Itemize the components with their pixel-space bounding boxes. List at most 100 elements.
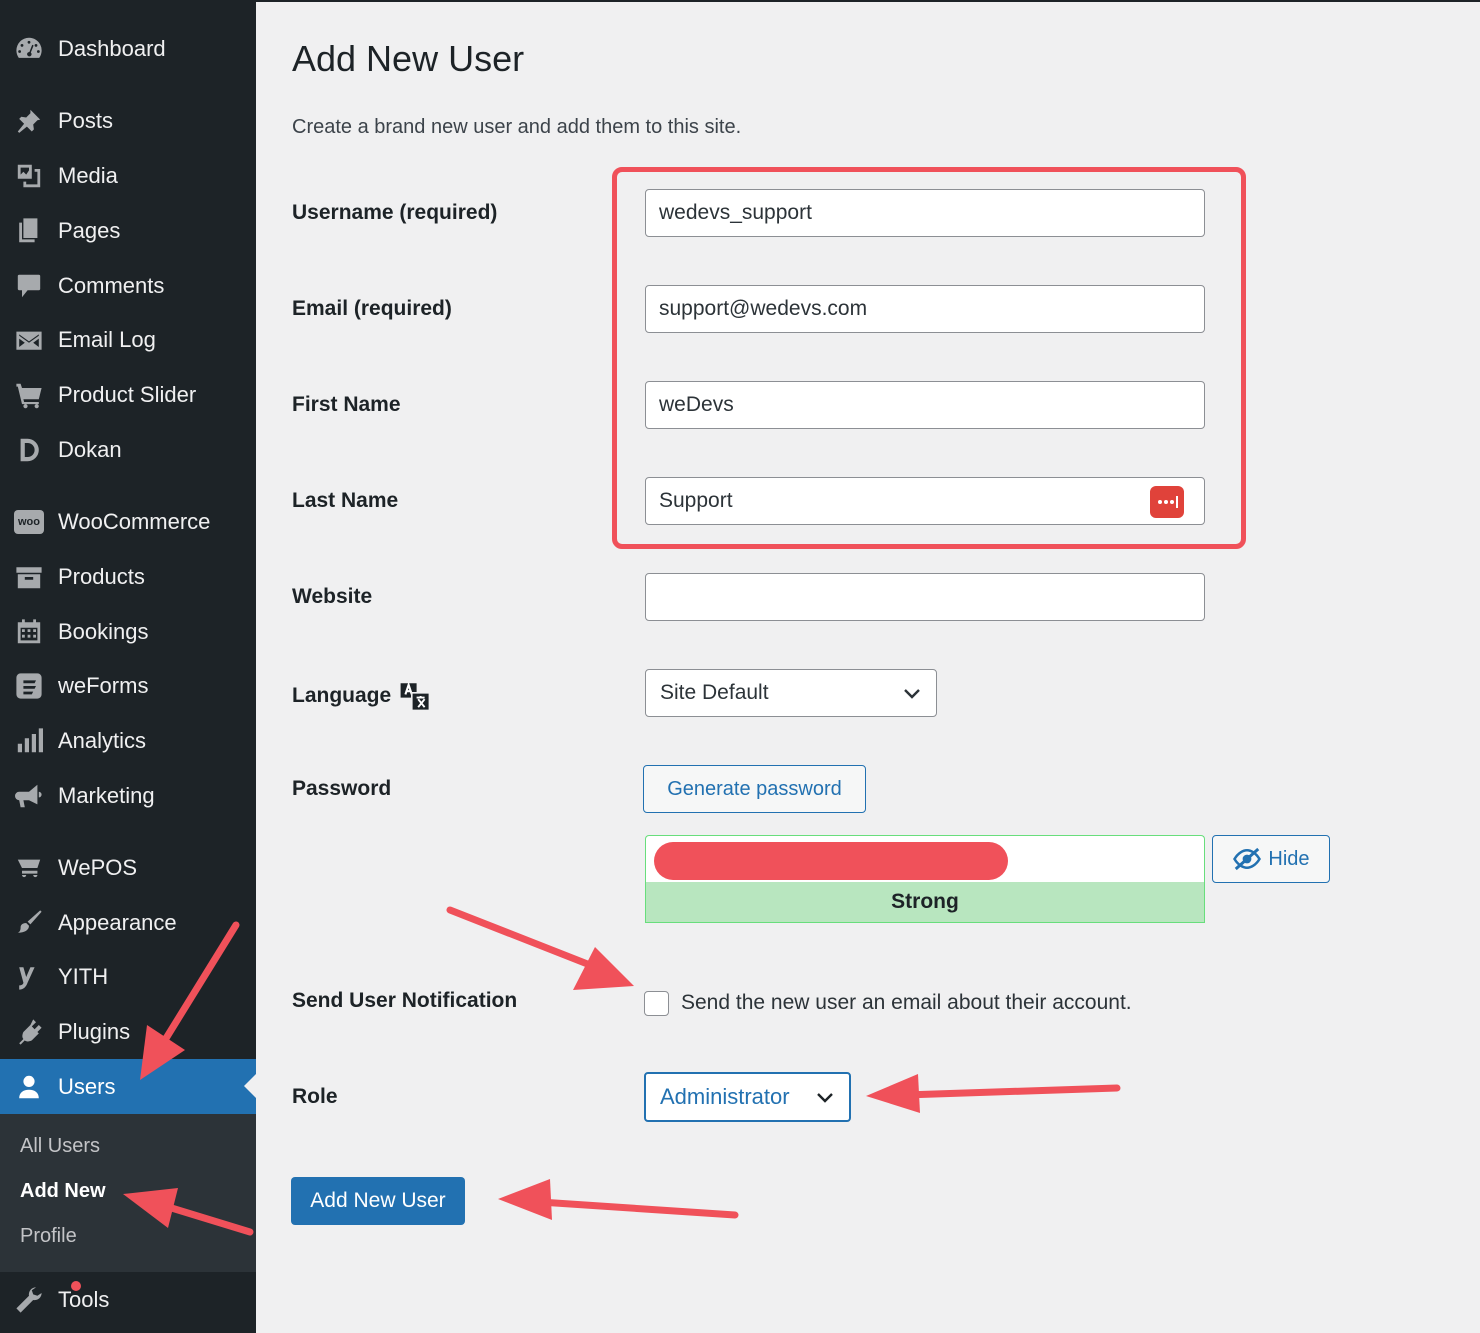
sidebar-item-label: Analytics	[58, 728, 147, 753]
sidebar-item-label: Tools	[58, 1287, 110, 1312]
last-name-field[interactable]: Support	[645, 477, 1205, 525]
website-field[interactable]	[645, 573, 1205, 621]
sidebar-item-bookings[interactable]: Bookings	[0, 605, 256, 659]
last-name-label: Last Name	[292, 489, 399, 512]
page-description: Create a brand new user and add them to …	[292, 116, 742, 138]
sidebar-item-label: Posts	[58, 108, 114, 133]
dokan-icon	[14, 435, 44, 465]
dashboard-icon	[14, 34, 44, 64]
sidebar-item-tools[interactable]: Tools	[0, 1273, 256, 1327]
sidebar-item-label: YITH	[58, 964, 109, 989]
username-label: Username (required)	[292, 201, 498, 224]
paintbrush-icon	[14, 908, 44, 938]
sidebar-item-dashboard[interactable]: Dashboard	[0, 22, 256, 76]
media-icon	[14, 161, 44, 191]
language-select[interactable]: Site Default	[645, 669, 937, 717]
sidebar-item-label: Comments	[58, 273, 165, 298]
language-label-text: Language	[292, 684, 392, 707]
password-strength-meter: Strong	[645, 882, 1205, 923]
comment-icon	[14, 271, 44, 301]
send-notification-checkbox[interactable]	[644, 991, 669, 1016]
translate-icon	[400, 681, 431, 712]
sidebar-item-products[interactable]: Products	[0, 550, 256, 604]
active-indicator	[244, 1074, 256, 1098]
sidebar-item-label: Email Log	[58, 327, 156, 352]
eye-slash-icon	[1233, 847, 1262, 871]
password-label: Password	[292, 777, 392, 800]
hide-password-button[interactable]: Hide	[1212, 835, 1330, 883]
sidebar-item-label: Pages	[58, 218, 121, 243]
sidebar-item-plugins[interactable]: Plugins	[0, 1005, 256, 1059]
bar-chart-icon	[14, 726, 44, 756]
sidebar-item-analytics[interactable]: Analytics	[0, 714, 256, 768]
sidebar-item-label: Media	[58, 163, 118, 188]
sidebar-item-woocommerce[interactable]: woo WooCommerce	[0, 495, 256, 549]
sidebar-item-users[interactable]: Users	[0, 1059, 256, 1114]
sidebar-item-marketing[interactable]: Marketing	[0, 769, 256, 823]
password-field[interactable]	[645, 835, 1205, 883]
add-new-user-button[interactable]: Add New User	[291, 1177, 465, 1225]
chevron-down-icon	[904, 689, 920, 699]
sidebar-item-product-slider[interactable]: Product Slider	[0, 368, 256, 422]
submenu-all-users[interactable]: All Users	[20, 1135, 100, 1158]
calendar-icon	[14, 617, 44, 647]
sidebar-item-wepos[interactable]: WePOS	[0, 841, 256, 895]
admin-sidebar: Dashboard Posts Media Pages Comments Ema…	[0, 0, 256, 1333]
sidebar-item-posts[interactable]: Posts	[0, 94, 256, 148]
yith-icon	[14, 962, 44, 992]
sidebar-item-email-log[interactable]: Email Log	[0, 313, 256, 367]
password-redaction	[654, 842, 1008, 880]
submenu-add-new[interactable]: Add New	[20, 1180, 106, 1203]
submenu-profile[interactable]: Profile	[20, 1225, 77, 1248]
sidebar-item-pages[interactable]: Pages	[0, 204, 256, 258]
sidebar-item-comments[interactable]: Comments	[0, 259, 256, 313]
user-icon	[14, 1072, 44, 1102]
language-label: Language	[292, 680, 431, 712]
sidebar-item-label: Appearance	[58, 910, 177, 935]
first-name-field[interactable]: weDevs	[645, 381, 1205, 429]
sidebar-item-media[interactable]: Media	[0, 149, 256, 203]
sidebar-item-label: Product Slider	[58, 382, 197, 407]
email-label: Email (required)	[292, 297, 452, 320]
page-title: Add New User	[292, 38, 525, 79]
chevron-down-icon	[817, 1093, 833, 1103]
weforms-icon	[14, 671, 44, 701]
sidebar-item-label: Dashboard	[58, 36, 166, 61]
role-select[interactable]: Administrator	[644, 1072, 851, 1122]
sidebar-item-label: weForms	[58, 673, 149, 698]
sidebar-item-label: Dokan	[58, 437, 122, 462]
sidebar-item-label: Users	[58, 1073, 116, 1099]
hide-label: Hide	[1268, 847, 1310, 870]
woo-icon: woo	[14, 510, 44, 534]
sidebar-item-dokan[interactable]: Dokan	[0, 423, 256, 477]
wrench-icon	[14, 1285, 44, 1315]
sidebar-item-appearance[interactable]: Appearance	[0, 896, 256, 950]
notification-label: Send User Notification	[292, 989, 518, 1012]
first-name-label: First Name	[292, 393, 401, 416]
password-manager-icon[interactable]	[1150, 486, 1184, 518]
cart-icon	[14, 380, 44, 410]
sidebar-item-label: Plugins	[58, 1019, 131, 1044]
sidebar-item-weforms[interactable]: weForms	[0, 659, 256, 713]
main-content: Add New User Create a brand new user and…	[256, 0, 1480, 1333]
email-field[interactable]: support@wedevs.com	[645, 285, 1205, 333]
pages-icon	[14, 216, 44, 246]
pos-icon	[14, 853, 44, 883]
generate-password-button[interactable]: Generate password	[643, 765, 866, 813]
archive-icon	[14, 562, 44, 592]
notification-text: Send the new user an email about their a…	[681, 991, 1132, 1014]
sidebar-item-label: WePOS	[58, 855, 138, 880]
sidebar-item-label: Bookings	[58, 619, 149, 644]
last-name-value: Support	[659, 489, 733, 512]
envelope-icon	[14, 325, 44, 355]
username-field[interactable]: wedevs_support	[645, 189, 1205, 237]
sidebar-item-label: Products	[58, 564, 145, 589]
website-label: Website	[292, 585, 373, 608]
sidebar-item-yith[interactable]: YITH	[0, 950, 256, 1004]
megaphone-icon	[14, 781, 44, 811]
sidebar-item-label: WooCommerce	[58, 509, 211, 534]
sidebar-item-label: Marketing	[58, 783, 155, 808]
role-select-value: Administrator	[660, 1084, 790, 1109]
plug-icon	[14, 1017, 44, 1047]
users-submenu: All Users Add New Profile	[0, 1114, 256, 1272]
